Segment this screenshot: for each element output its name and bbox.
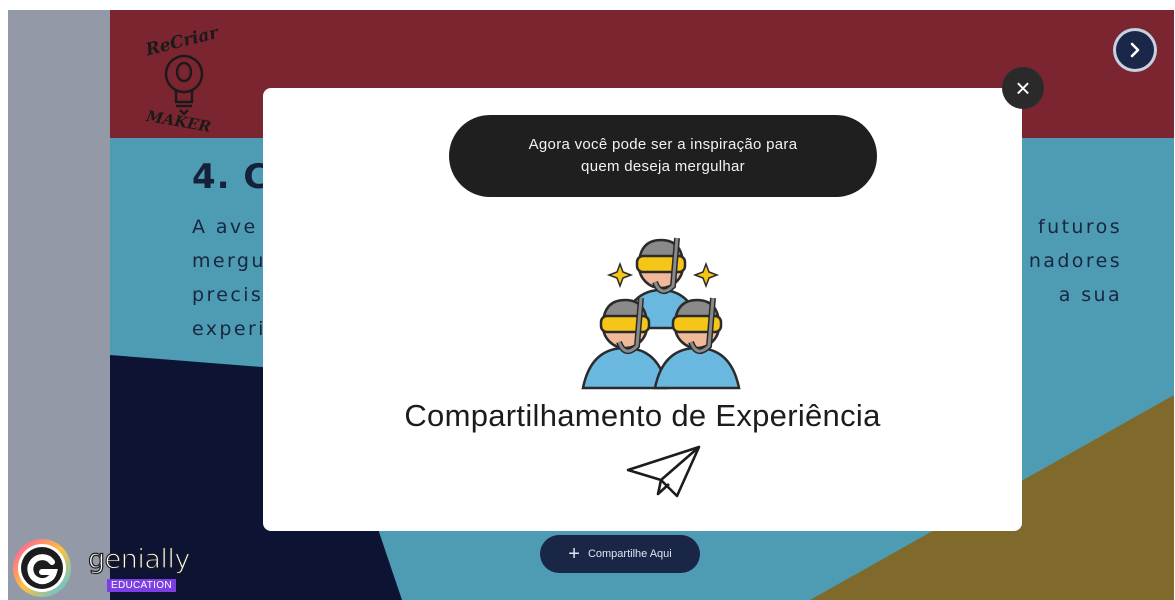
left-side-strip [8, 10, 110, 600]
education-tag: EDUCATION [107, 579, 176, 592]
body-line-right: a sua [1058, 284, 1122, 306]
plus-icon: + [568, 543, 580, 565]
experience-modal: Agora você pode ser a inspiração para qu… [263, 88, 1022, 531]
snorkel-divers-icon [581, 237, 741, 390]
logo-bottom-text: MAKER [144, 107, 212, 134]
body-line-right: nadores [1028, 250, 1122, 272]
body-line-left: precis [192, 284, 264, 306]
share-here-button[interactable]: + Compartilhe Aqui [540, 535, 700, 573]
genially-logo-icon [13, 539, 71, 597]
body-line-right: futuros [1038, 216, 1122, 238]
share-button-label: Compartilhe Aqui [587, 548, 672, 560]
logo-top-text: ReCriar [143, 23, 221, 61]
body-line-left: A ave [192, 216, 258, 238]
tooltip-line-1: Agora você pode ser a inspiração para [528, 136, 798, 153]
chevron-right-icon [1130, 42, 1140, 58]
body-line-left: mergu [192, 250, 266, 272]
close-icon: × [1015, 73, 1031, 103]
recriar-maker-logo: ReCriar MAKER [143, 23, 221, 134]
next-slide-button[interactable] [1113, 28, 1157, 72]
slide-title: 4. C [192, 157, 270, 197]
modal-title: Compartilhamento de Experiência [404, 398, 881, 433]
body-line-left: experi [192, 318, 266, 340]
tooltip-line-2: quem deseja mergulhar [581, 158, 745, 175]
tooltip-message: Agora você pode ser a inspiração para qu… [449, 115, 877, 197]
paper-plane-icon[interactable] [625, 444, 703, 500]
genially-brand-text: genially [87, 543, 191, 575]
genially-education-badge[interactable]: genially EDUCATION [10, 536, 210, 598]
close-modal-button[interactable]: × [1002, 67, 1044, 109]
